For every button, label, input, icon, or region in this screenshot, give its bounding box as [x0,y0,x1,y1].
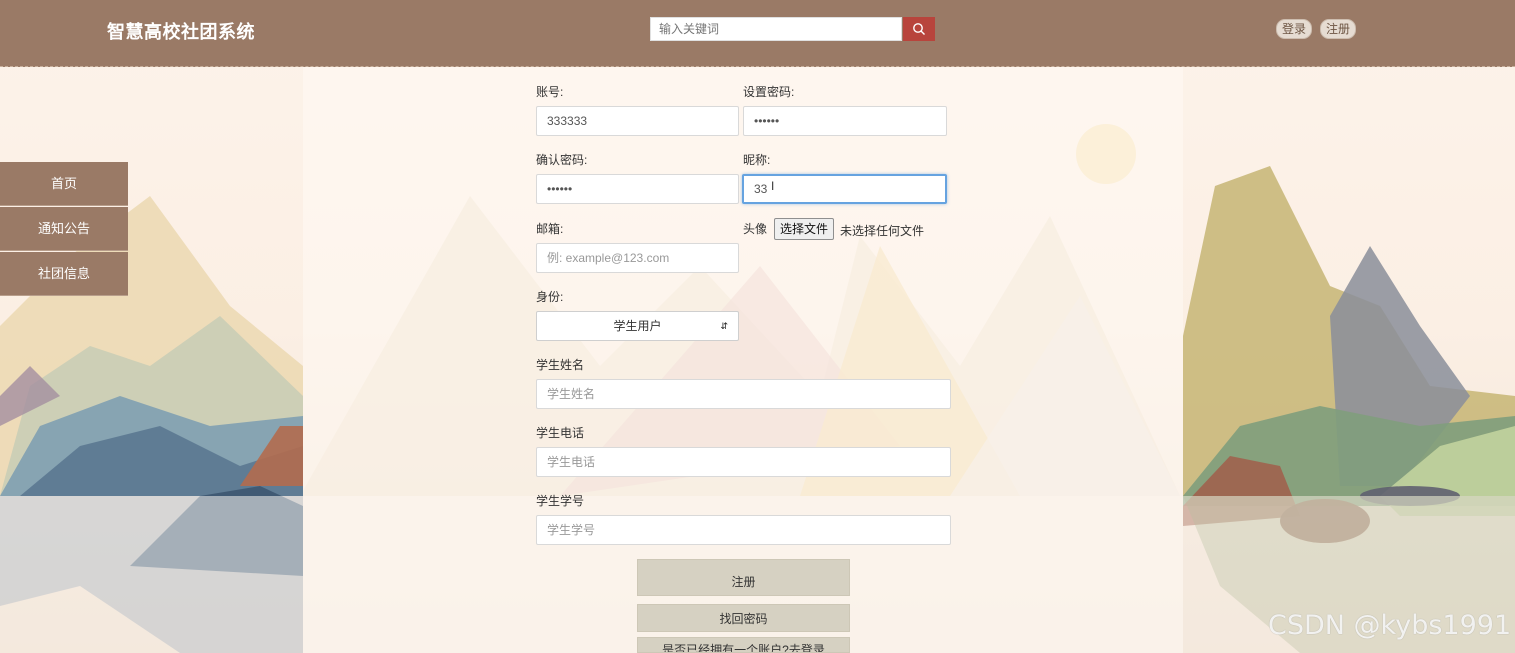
email-field[interactable] [536,243,739,273]
nickname-label: 昵称: [743,153,771,167]
confirm-password-label: 确认密码: [536,153,588,167]
select-arrows-icon: ⇵ [720,321,728,331]
email-label: 邮箱: [536,222,564,236]
search-button[interactable] [903,17,935,41]
text-cursor-icon: I [771,179,775,193]
student-phone-field[interactable] [536,447,951,477]
avatar-label: 头像 [743,222,768,236]
side-nav: 首页 通知公告 社团信息 [0,162,128,297]
login-button[interactable]: 登录 [1276,19,1313,39]
student-name-label: 学生姓名 [536,358,585,372]
password-label: 设置密码: [743,85,795,99]
confirm-password-field[interactable] [536,174,739,204]
student-number-label: 学生学号 [536,494,585,508]
top-navbar: 智慧高校社团系统 登录 注册 [0,0,1515,67]
choose-file-button[interactable]: 选择文件 [774,218,835,240]
role-select[interactable]: 学生用户 ⇵ [536,311,739,341]
sidebar-item-notices[interactable]: 通知公告 [0,207,128,251]
register-link[interactable]: 注册 [1320,19,1357,39]
student-name-field[interactable] [536,379,951,409]
student-phone-label: 学生电话 [536,426,585,440]
register-button[interactable]: 注册 [637,559,850,596]
search-icon [913,23,925,35]
search-input[interactable] [650,17,902,41]
account-label: 账号: [536,85,564,99]
role-label: 身份: [536,290,564,304]
student-number-field[interactable] [536,515,951,545]
watermark: CSDN @kybs1991 [1268,610,1512,641]
role-selected-value: 学生用户 [613,319,662,333]
password-field[interactable] [743,106,947,136]
sidebar-item-club-info[interactable]: 社团信息 [0,252,128,296]
site-title: 智慧高校社团系统 [107,22,255,42]
forgot-password-button[interactable]: 找回密码 [637,604,850,632]
account-field[interactable] [536,106,739,136]
sidebar-item-home[interactable]: 首页 [0,162,128,206]
go-login-button[interactable]: 是否已经拥有一个账户?去登录 [637,637,850,653]
no-file-text: 未选择任何文件 [840,224,925,238]
